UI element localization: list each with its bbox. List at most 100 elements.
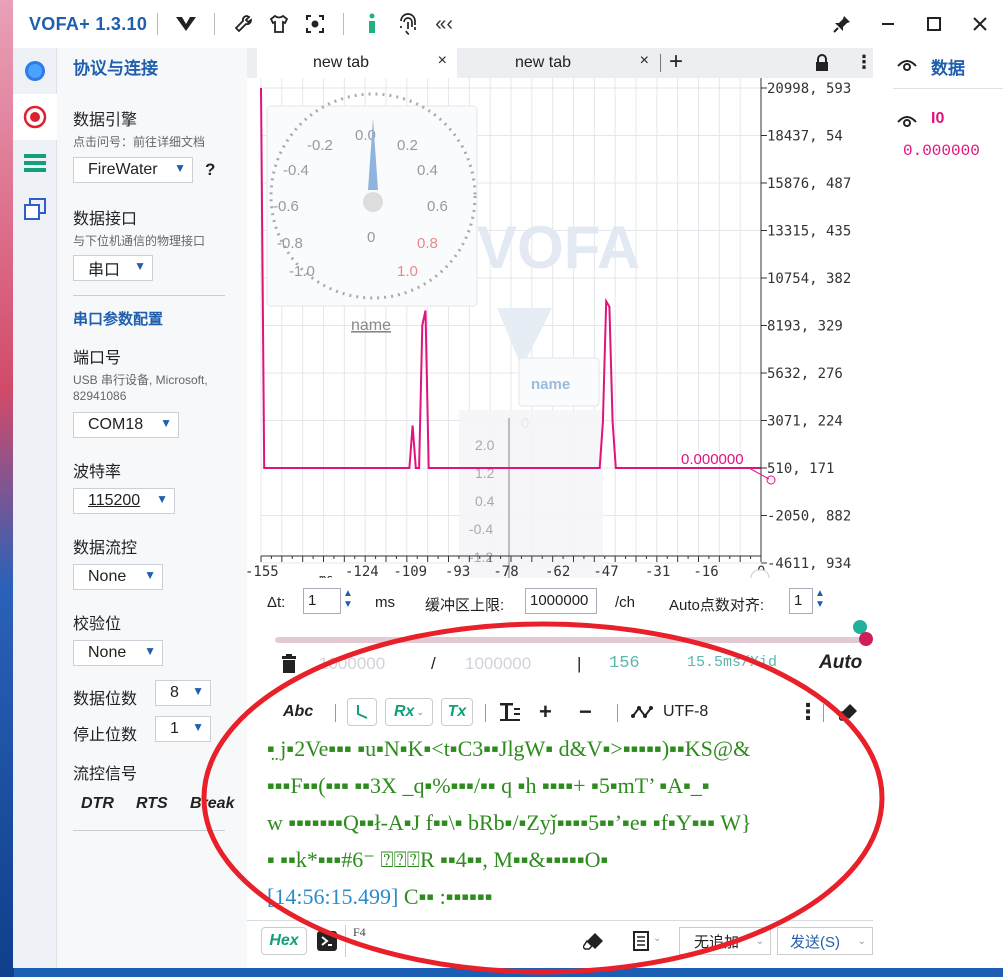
send-bar: Hex F4 ⌄ 无追加 ⌄ 发送(S) ⌄ <box>247 920 873 960</box>
waveform-plot[interactable]: VOFA -0.2 0.0 0.2 -0.4 0.4 -0.6 0.6 -0.8… <box>247 78 873 578</box>
encoding-select[interactable]: UTF-8 <box>663 698 708 726</box>
more-options-icon[interactable]: ⋮ <box>797 698 819 726</box>
plot-canvas[interactable]: VOFA -0.2 0.0 0.2 -0.4 0.4 -0.6 0.6 -0.8… <box>247 78 873 578</box>
toolbar-separator <box>335 704 336 722</box>
record-mode-button[interactable] <box>13 94 57 140</box>
dt-stepper[interactable]: ▲ ▼ <box>343 588 353 610</box>
progress-handle-red[interactable] <box>859 632 873 646</box>
data-bits-select[interactable]: 8 ▼ <box>155 680 211 706</box>
engine-select[interactable]: FireWater ▼ <box>73 157 193 183</box>
eye-icon[interactable] <box>897 56 917 79</box>
terminal-line: ▪ ▪▪k*▪▪▪#6⁻ ⍰⍰⍰R ▪▪4▪▪, M▪▪&▪▪▪▪▪O▪ <box>267 847 609 872</box>
wrench-icon[interactable] <box>225 6 261 42</box>
port-label: 端口号 <box>73 350 122 367</box>
pin-icon[interactable] <box>819 6 865 42</box>
panel-divider <box>73 295 225 296</box>
parity-label: 校验位 <box>73 616 122 633</box>
text-format-icon[interactable] <box>499 698 521 726</box>
buffer-slash: / <box>431 654 436 673</box>
receive-terminal[interactable]: ▪̤ j▪2Ve▪▪▪ ▪u▪N▪K▪<t▪C3▪▪JlgW▪ d&V▪>▪▪▪… <box>247 730 873 918</box>
x-axis-unit: ms <box>319 572 333 578</box>
close-icon[interactable] <box>957 6 1003 42</box>
clear-receive-icon[interactable] <box>839 698 859 726</box>
connection-mode-button[interactable] <box>13 48 57 94</box>
tab-new-1[interactable]: new tab × <box>257 48 457 78</box>
engine-help-button[interactable]: ? <box>205 160 215 180</box>
vofa-logo-icon[interactable] <box>168 6 204 42</box>
tab-new-2[interactable]: new tab × <box>459 48 659 78</box>
tab-close-icon[interactable]: × <box>438 52 447 70</box>
y-tick-label: 5632, 276 <box>767 366 843 382</box>
y-tick-label: 20998, 593 <box>767 81 851 97</box>
x-tick-label: -47 <box>593 564 618 578</box>
port-select[interactable]: COM18 ▼ <box>73 412 179 438</box>
baud-select[interactable]: 115200 ▼ <box>73 488 175 514</box>
timestamp-toggle[interactable] <box>347 698 377 726</box>
append-select[interactable]: 无追加 ⌄ <box>679 927 771 955</box>
port-hint-2: 82941086 <box>73 389 127 403</box>
y-axis: 20998, 593 18437, 54 15876, 487 13315, 435 1… <box>760 78 851 572</box>
fingerprint-icon[interactable] <box>390 6 426 42</box>
buffer-input[interactable]: 1000000 <box>525 588 597 614</box>
interface-label: 数据接口 <box>73 211 138 228</box>
dtr-toggle[interactable]: DTR <box>81 795 114 813</box>
dt-input[interactable]: 1 <box>303 588 341 614</box>
dial-widget[interactable]: -0.2 0.0 0.2 -0.4 0.4 -0.6 0.6 -0.8 0.8 … <box>266 92 478 334</box>
y-tick-label: 13315, 435 <box>767 224 851 240</box>
list-icon <box>24 154 46 172</box>
tab-separator <box>660 54 661 72</box>
trash-icon[interactable] <box>281 654 297 679</box>
auto-toggle[interactable]: Auto <box>819 652 862 674</box>
parity-value: None <box>88 644 127 661</box>
tx-toggle[interactable]: Tx <box>441 698 473 726</box>
chevron-down-icon: ⌄ <box>755 935 764 947</box>
zoom-out-button[interactable]: − <box>579 698 592 726</box>
minimize-icon[interactable] <box>865 6 911 42</box>
channel-visibility-icon[interactable] <box>897 112 917 135</box>
more-icon[interactable]: ⋮ <box>855 52 873 73</box>
parity-select[interactable]: None ▼ <box>73 640 163 666</box>
eraser-icon[interactable] <box>582 931 605 956</box>
tab-close-icon[interactable]: × <box>640 52 649 70</box>
collapse-icon[interactable]: «‹ <box>426 6 462 42</box>
list-mode-button[interactable] <box>13 140 57 186</box>
buffer-count-current: 1000000 <box>319 654 386 673</box>
auto-align-stepper[interactable]: ▲ ▼ <box>815 588 825 610</box>
command-list-icon[interactable]: ⌄ <box>633 931 661 956</box>
x-tick-label: -155 <box>247 564 279 578</box>
slider-tick-label: 2.0 <box>475 437 495 453</box>
stop-bits-select[interactable]: 1 ▼ <box>155 716 211 742</box>
lock-icon[interactable] <box>815 54 829 77</box>
serial-heading: 串口参数配置 <box>73 311 164 328</box>
rts-toggle[interactable]: RTS <box>136 795 168 813</box>
app-title: VOFA+ 1.3.10 <box>29 13 148 34</box>
send-input-hint[interactable]: F4 <box>353 925 366 940</box>
auto-align-input[interactable]: 1 <box>789 588 813 614</box>
cursor-leader <box>748 467 770 480</box>
toolbar-separator <box>823 704 824 722</box>
send-arrow-icon[interactable] <box>317 931 337 956</box>
rx-toggle[interactable]: Rx ⌄ <box>385 698 433 726</box>
buffer-progress-track[interactable] <box>275 637 867 643</box>
info-icon[interactable] <box>354 6 390 42</box>
capture-icon[interactable] <box>297 6 333 42</box>
send-button[interactable]: 发送(S) ⌄ <box>777 927 873 955</box>
shirt-icon[interactable] <box>261 6 297 42</box>
interface-select[interactable]: 串口 ▼ <box>73 255 153 281</box>
windows-mode-button[interactable] <box>13 186 57 232</box>
hex-toggle[interactable]: Hex <box>261 927 307 955</box>
toolbar-separator <box>617 704 618 722</box>
rx-label: Rx <box>394 703 415 720</box>
maximize-icon[interactable] <box>911 6 957 42</box>
add-tab-button[interactable]: + <box>669 48 683 76</box>
dt-label: Δt: <box>267 594 286 611</box>
title-separator <box>157 13 159 35</box>
flow-control-select[interactable]: None ▼ <box>73 564 163 590</box>
zoom-in-button[interactable]: + <box>539 698 552 726</box>
port-hint-1: USB 串行设备, Microsoft, <box>73 373 208 387</box>
channel-name[interactable]: I0 <box>931 110 944 128</box>
y-tick-label: -4611, 934 <box>767 556 851 572</box>
dial-tick-label: 1.0 <box>397 263 418 280</box>
abc-display-toggle[interactable]: Abc <box>283 698 313 726</box>
break-toggle[interactable]: Break <box>190 795 234 813</box>
